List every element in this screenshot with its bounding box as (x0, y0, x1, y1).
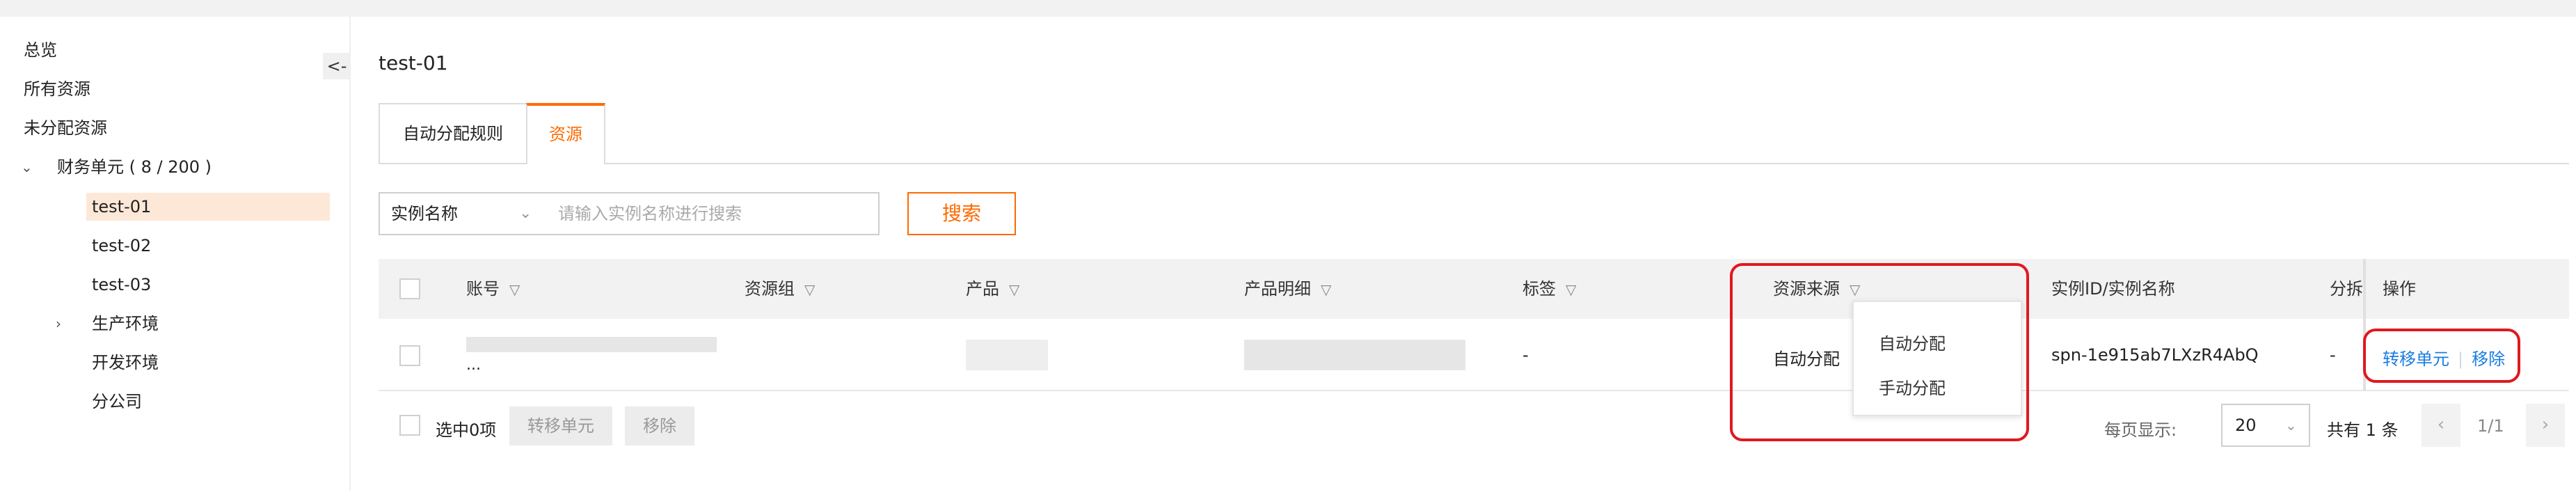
tag-value: - (1522, 345, 1529, 365)
page-title: test-01 (379, 52, 448, 74)
column-resource-group[interactable]: 资源组 ▽ (745, 259, 815, 319)
sidebar: <- 总览 所有资源 未分配资源 ⌄ 财务单元 ( 8 / 200 ) test… (0, 17, 351, 490)
page-indicator: 1/1 (2477, 416, 2504, 436)
filter-icon[interactable]: ▽ (1321, 281, 1331, 298)
redacted-product-detail (1244, 340, 1465, 370)
sidebar-item-branch[interactable]: 分公司 (92, 388, 142, 416)
transfer-unit-button[interactable]: 转移单元 (509, 406, 612, 445)
search-input[interactable]: 请输入实例名称进行搜索 (558, 193, 742, 234)
sidebar-item-development[interactable]: 开发环境 (92, 349, 159, 377)
filter-icon[interactable]: ▽ (509, 281, 520, 298)
sidebar-item-unassigned[interactable]: 未分配资源 (24, 114, 107, 142)
sidebar-item-test-02[interactable]: test-02 (92, 232, 151, 260)
sidebar-item-all-resources[interactable]: 所有资源 (24, 75, 90, 103)
redacted-product (966, 340, 1048, 370)
search-button[interactable]: 搜索 (907, 192, 1016, 235)
redacted-account (466, 337, 717, 352)
filter-icon[interactable]: ▽ (1566, 281, 1576, 298)
chevron-down-icon[interactable]: ⌄ (21, 153, 33, 181)
column-instance: 实例ID/实例名称 (2051, 279, 2175, 299)
filter-field-select[interactable]: 实例名称 (391, 193, 458, 234)
tab-resources[interactable]: 资源 (526, 103, 605, 164)
annotation-row-actions (2363, 329, 2520, 383)
sidebar-item-finance-unit[interactable]: 财务单元 ( 8 / 200 ) (57, 153, 212, 181)
prev-page-button[interactable]: ‹ (2422, 404, 2460, 447)
tab-auto-assign-rules[interactable]: 自动分配规则 (379, 103, 527, 164)
chevron-down-icon[interactable]: ⌄ (519, 193, 532, 234)
column-account[interactable]: 账号 ▽ (466, 259, 520, 319)
table-row: ... - 自动分配 spn-1e915ab7LXzR4AbQ - 转移单元 | 移… (379, 319, 2569, 391)
select-all-checkbox[interactable] (399, 278, 420, 299)
selected-count: 选中0项 (436, 420, 497, 440)
chevron-right-icon[interactable]: › (56, 310, 61, 338)
search-filter: 实例名称 ⌄ 请输入实例名称进行搜索 (379, 192, 880, 235)
column-split: 分拆 (2330, 279, 2363, 299)
table-header: 账号 ▽ 资源组 ▽ 产品 ▽ 产品明细 ▽ 标签 ▽ 资源来源 ▽ 实例ID/实例名称 分… (379, 259, 2569, 319)
tabs-divider (379, 163, 2569, 164)
page-size-label: 每页显示: (2104, 420, 2177, 440)
column-actions: 操作 (2383, 279, 2416, 299)
sidebar-item-overview[interactable]: 总览 (24, 36, 57, 64)
sidebar-item-production[interactable]: 生产环境 (92, 310, 159, 338)
split-value: - (2330, 345, 2336, 365)
column-product[interactable]: 产品 ▽ (966, 259, 1019, 319)
account-suffix: ... (466, 356, 481, 374)
total-count: 共有 1 条 (2327, 420, 2399, 440)
sidebar-item-test-01[interactable]: test-01 (86, 193, 330, 221)
column-product-detail[interactable]: 产品明细 ▽ (1244, 259, 1331, 319)
collapse-sidebar-button[interactable]: <- (323, 53, 351, 79)
sidebar-item-test-03[interactable]: test-03 (92, 271, 151, 299)
remove-button[interactable]: 移除 (625, 406, 694, 445)
filter-icon[interactable]: ▽ (1009, 281, 1019, 298)
page-size-select[interactable]: 20 ⌄ (2221, 404, 2310, 447)
top-bar (0, 0, 2576, 17)
annotation-source-column (1730, 263, 2029, 441)
column-tags[interactable]: 标签 ▽ (1522, 259, 1576, 319)
row-checkbox[interactable] (399, 345, 420, 366)
page-size-value: 20 (2235, 416, 2257, 435)
chevron-down-icon: ⌄ (2285, 417, 2297, 434)
footer-select-all-checkbox[interactable] (399, 415, 420, 436)
filter-icon[interactable]: ▽ (804, 281, 815, 298)
next-page-button[interactable]: › (2526, 404, 2565, 447)
instance-id: spn-1e915ab7LXzR4AbQ (2051, 345, 2259, 365)
